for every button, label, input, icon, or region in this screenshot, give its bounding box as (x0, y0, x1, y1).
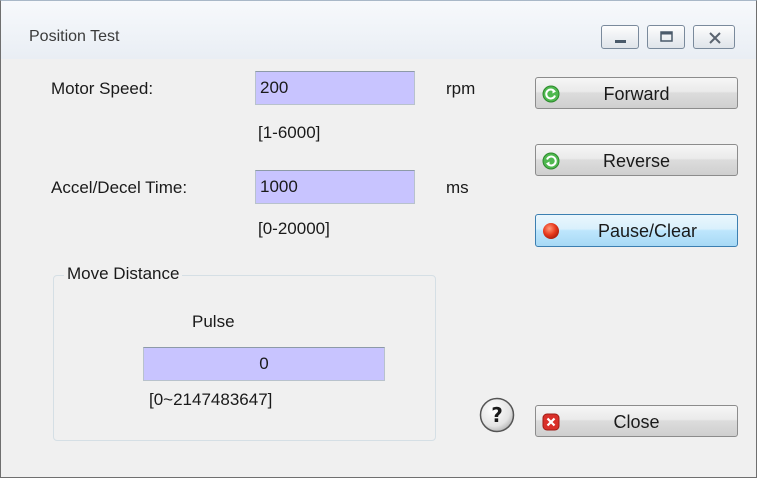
pulse-label: Pulse (192, 312, 235, 331)
move-distance-group-label: Move Distance (64, 264, 183, 284)
close-x-icon (709, 32, 721, 44)
accel-decel-input[interactable]: 1000 (255, 170, 415, 204)
pause-clear-button[interactable]: Pause/Clear (535, 214, 738, 247)
accel-decel-label: Accel/Decel Time: (51, 178, 188, 197)
motor-speed-range: [1-6000] (258, 123, 321, 142)
minimize-icon (615, 40, 626, 43)
position-test-window: Position Test Motor Speed: 200 rpm [1-60… (0, 0, 757, 478)
reverse-button-label: Reverse (602, 151, 671, 171)
accel-decel-range: [0-20000] (258, 219, 330, 238)
motor-speed-input[interactable]: 200 (255, 71, 415, 105)
motor-speed-label: Motor Speed: (51, 79, 154, 98)
window-title: Position Test (29, 28, 120, 45)
window-close-button[interactable] (693, 25, 735, 49)
close-button[interactable]: Close (535, 405, 738, 437)
accel-decel-unit: ms (446, 178, 469, 197)
window-controls (601, 25, 735, 49)
minimize-button[interactable] (601, 25, 639, 49)
pulse-range: [0~2147483647] (149, 390, 273, 409)
help-question-icon[interactable]: ? (479, 397, 515, 433)
maximize-icon (660, 31, 673, 42)
move-distance-group: Move Distance Pulse 0 [0~2147483647] (53, 264, 436, 441)
dialog-content: Motor Speed: 200 rpm [1-6000] Accel/Dece… (9, 59, 750, 470)
pulse-input[interactable]: 0 (143, 347, 385, 381)
close-button-label: Close (613, 412, 660, 432)
pause-clear-button-label: Pause/Clear (597, 221, 698, 241)
maximize-button[interactable] (647, 25, 685, 49)
forward-button[interactable]: Forward (535, 77, 738, 109)
svg-text:?: ? (491, 403, 503, 427)
forward-button-label: Forward (603, 84, 670, 104)
motor-speed-unit: rpm (446, 79, 476, 98)
title-bar[interactable]: Position Test (1, 1, 756, 59)
reverse-button[interactable]: Reverse (535, 144, 738, 176)
